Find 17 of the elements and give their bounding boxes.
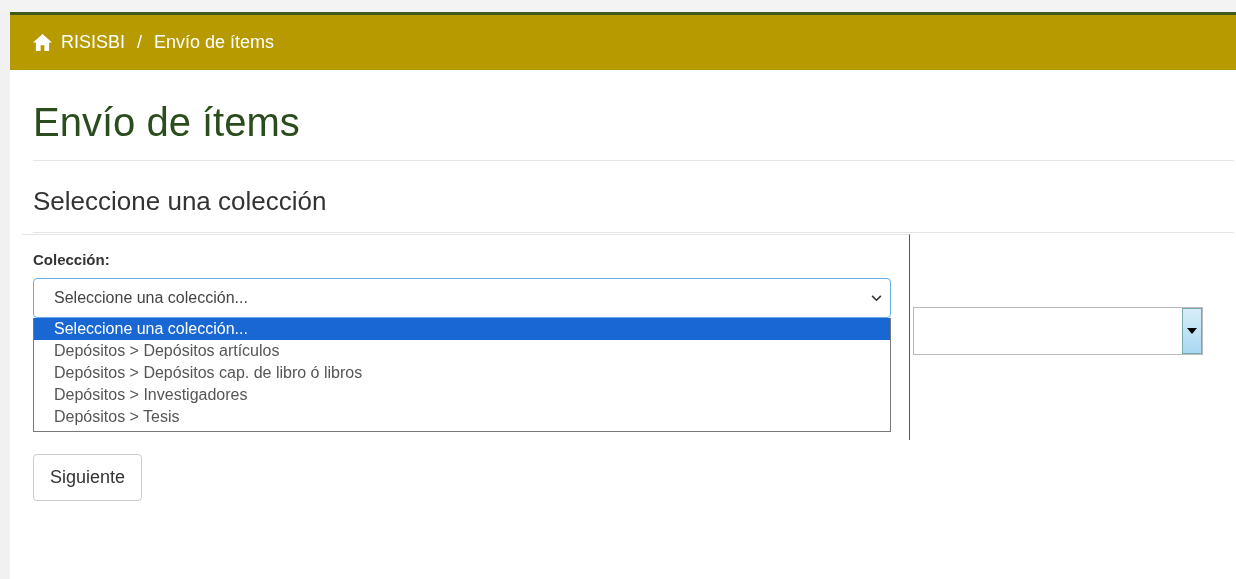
caret-icon (1187, 328, 1197, 334)
page-title: Envío de ítems (33, 99, 301, 144)
section-title: Seleccione una colección (33, 185, 328, 216)
dropdown-field[interactable] (913, 307, 1203, 355)
field-label: Colección: (33, 251, 111, 268)
next-button[interactable]: Siguiente (33, 454, 143, 501)
collection-select[interactable]: Seleccione una colección... (33, 278, 891, 318)
breadcrumb-current: Envío de ítems (154, 32, 275, 53)
dropdown-option[interactable]: Depósitos > Investigadores (34, 384, 890, 406)
dropdown-option[interactable]: Depósitos > Tesis (34, 406, 890, 428)
dropdown-button[interactable] (1182, 308, 1202, 354)
breadcrumb-separator: / (137, 32, 143, 53)
dropdown-option[interactable]: Depósitos > Depósitos artículos (34, 340, 890, 362)
chevron-icon (871, 294, 882, 302)
dropdown-option[interactable]: Seleccione una colección... (34, 318, 890, 340)
dropdown-option[interactable]: Depósitos > Depósitos cap. de libro ó libros (34, 362, 890, 384)
home-icon[interactable] (33, 34, 52, 51)
